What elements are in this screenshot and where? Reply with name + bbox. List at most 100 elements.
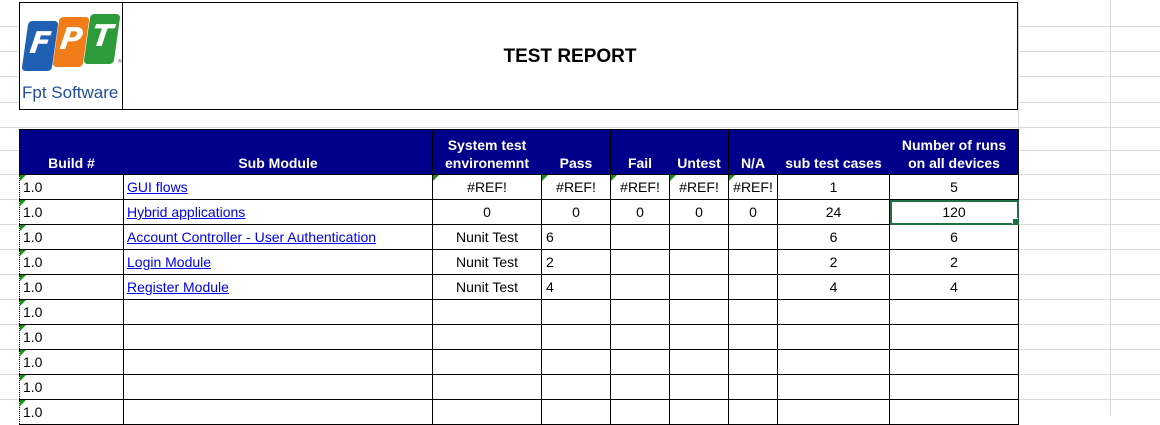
sub-module-cell[interactable] bbox=[123, 349, 433, 375]
build-cell[interactable]: 1.0 bbox=[19, 374, 124, 400]
runs-cell[interactable]: 4 bbox=[889, 274, 1019, 300]
pass-cell[interactable] bbox=[541, 324, 611, 350]
sub-module-cell[interactable] bbox=[123, 374, 433, 400]
build-cell[interactable]: 1.0 bbox=[19, 399, 124, 425]
fail-cell[interactable] bbox=[610, 274, 670, 300]
sub-test-cases-cell[interactable] bbox=[777, 374, 890, 400]
environment-cell[interactable]: Nunit Test bbox=[432, 274, 542, 300]
fail-cell[interactable] bbox=[610, 299, 670, 325]
environment-cell[interactable]: 0 bbox=[432, 199, 542, 225]
runs-cell[interactable]: 5 bbox=[889, 174, 1019, 200]
sub-module-cell[interactable]: Hybrid applications bbox=[123, 199, 433, 225]
na-cell[interactable] bbox=[728, 274, 778, 300]
sub-module-cell[interactable]: GUI flows bbox=[123, 174, 433, 200]
sub-module-cell[interactable] bbox=[123, 299, 433, 325]
untest-cell[interactable] bbox=[669, 324, 729, 350]
sub-test-cases-cell[interactable] bbox=[777, 299, 890, 325]
environment-cell[interactable]: Nunit Test bbox=[432, 224, 542, 250]
build-cell[interactable]: 1.0 bbox=[19, 349, 124, 375]
pass-cell[interactable] bbox=[541, 299, 611, 325]
sub-module-link[interactable]: Login Module bbox=[127, 254, 211, 270]
environment-cell[interactable] bbox=[432, 324, 542, 350]
fail-cell[interactable]: #REF! bbox=[610, 174, 670, 200]
environment-cell[interactable] bbox=[432, 349, 542, 375]
col-header-runs[interactable]: Number of runs on all devices bbox=[889, 129, 1019, 175]
runs-cell[interactable] bbox=[889, 324, 1019, 350]
col-header-fail[interactable]: Fail bbox=[610, 129, 670, 175]
pass-cell[interactable]: 4 bbox=[541, 274, 611, 300]
sub-module-cell[interactable]: Login Module bbox=[123, 249, 433, 275]
environment-cell[interactable] bbox=[432, 374, 542, 400]
na-cell[interactable] bbox=[728, 399, 778, 425]
na-cell[interactable]: 0 bbox=[728, 199, 778, 225]
na-cell[interactable] bbox=[728, 374, 778, 400]
build-cell[interactable]: 1.0 bbox=[19, 224, 124, 250]
na-cell[interactable] bbox=[728, 224, 778, 250]
na-cell[interactable] bbox=[728, 299, 778, 325]
sub-module-cell[interactable]: Account Controller - User Authentication bbox=[123, 224, 433, 250]
build-cell[interactable]: 1.0 bbox=[19, 299, 124, 325]
runs-cell[interactable]: 2 bbox=[889, 249, 1019, 275]
col-header-build[interactable]: Build # bbox=[19, 129, 124, 175]
na-cell[interactable] bbox=[728, 249, 778, 275]
sub-module-link[interactable]: GUI flows bbox=[127, 179, 188, 195]
build-cell[interactable]: 1.0 bbox=[19, 199, 124, 225]
sub-module-link[interactable]: Register Module bbox=[127, 279, 229, 295]
col-header-untest[interactable]: Untest bbox=[669, 129, 729, 175]
environment-cell[interactable] bbox=[432, 399, 542, 425]
untest-cell[interactable] bbox=[669, 224, 729, 250]
col-header-pass[interactable]: Pass bbox=[541, 129, 611, 175]
sub-test-cases-cell[interactable] bbox=[777, 324, 890, 350]
pass-cell[interactable] bbox=[541, 374, 611, 400]
fail-cell[interactable] bbox=[610, 224, 670, 250]
na-cell[interactable] bbox=[728, 349, 778, 375]
col-header-environment[interactable]: System test environemnt bbox=[432, 129, 542, 175]
pass-cell[interactable]: #REF! bbox=[541, 174, 611, 200]
col-header-sub-test-cases[interactable]: sub test cases bbox=[777, 129, 890, 175]
untest-cell[interactable] bbox=[669, 349, 729, 375]
pass-cell[interactable] bbox=[541, 399, 611, 425]
build-cell[interactable]: 1.0 bbox=[19, 324, 124, 350]
untest-cell[interactable]: #REF! bbox=[669, 174, 729, 200]
runs-cell[interactable] bbox=[889, 399, 1019, 425]
sub-test-cases-cell[interactable]: 4 bbox=[777, 274, 890, 300]
sub-test-cases-cell[interactable]: 2 bbox=[777, 249, 890, 275]
sub-module-cell[interactable] bbox=[123, 324, 433, 350]
untest-cell[interactable] bbox=[669, 249, 729, 275]
runs-cell[interactable]: 6 bbox=[889, 224, 1019, 250]
pass-cell[interactable] bbox=[541, 349, 611, 375]
build-cell[interactable]: 1.0 bbox=[19, 174, 124, 200]
pass-cell[interactable]: 2 bbox=[541, 249, 611, 275]
untest-cell[interactable]: 0 bbox=[669, 199, 729, 225]
sub-module-cell[interactable] bbox=[123, 399, 433, 425]
sub-test-cases-cell[interactable]: 24 bbox=[777, 199, 890, 225]
fail-cell[interactable] bbox=[610, 374, 670, 400]
untest-cell[interactable] bbox=[669, 299, 729, 325]
runs-cell[interactable] bbox=[889, 299, 1019, 325]
fail-cell[interactable]: 0 bbox=[610, 199, 670, 225]
runs-cell[interactable] bbox=[889, 349, 1019, 375]
na-cell[interactable] bbox=[728, 324, 778, 350]
environment-cell[interactable]: #REF! bbox=[432, 174, 542, 200]
pass-cell[interactable]: 6 bbox=[541, 224, 611, 250]
pass-cell[interactable]: 0 bbox=[541, 199, 611, 225]
col-header-na[interactable]: N/A bbox=[728, 129, 778, 175]
col-header-sub-module[interactable]: Sub Module bbox=[123, 129, 433, 175]
fail-cell[interactable] bbox=[610, 349, 670, 375]
build-cell[interactable]: 1.0 bbox=[19, 249, 124, 275]
runs-cell[interactable]: 120 bbox=[889, 199, 1019, 225]
untest-cell[interactable] bbox=[669, 274, 729, 300]
sub-test-cases-cell[interactable] bbox=[777, 399, 890, 425]
build-cell[interactable]: 1.0 bbox=[19, 274, 124, 300]
sub-test-cases-cell[interactable] bbox=[777, 349, 890, 375]
environment-cell[interactable]: Nunit Test bbox=[432, 249, 542, 275]
sub-test-cases-cell[interactable]: 1 bbox=[777, 174, 890, 200]
fail-cell[interactable] bbox=[610, 249, 670, 275]
runs-cell[interactable] bbox=[889, 374, 1019, 400]
environment-cell[interactable] bbox=[432, 299, 542, 325]
untest-cell[interactable] bbox=[669, 374, 729, 400]
sub-module-link[interactable]: Hybrid applications bbox=[127, 204, 245, 220]
untest-cell[interactable] bbox=[669, 399, 729, 425]
na-cell[interactable]: #REF! bbox=[728, 174, 778, 200]
sub-test-cases-cell[interactable]: 6 bbox=[777, 224, 890, 250]
